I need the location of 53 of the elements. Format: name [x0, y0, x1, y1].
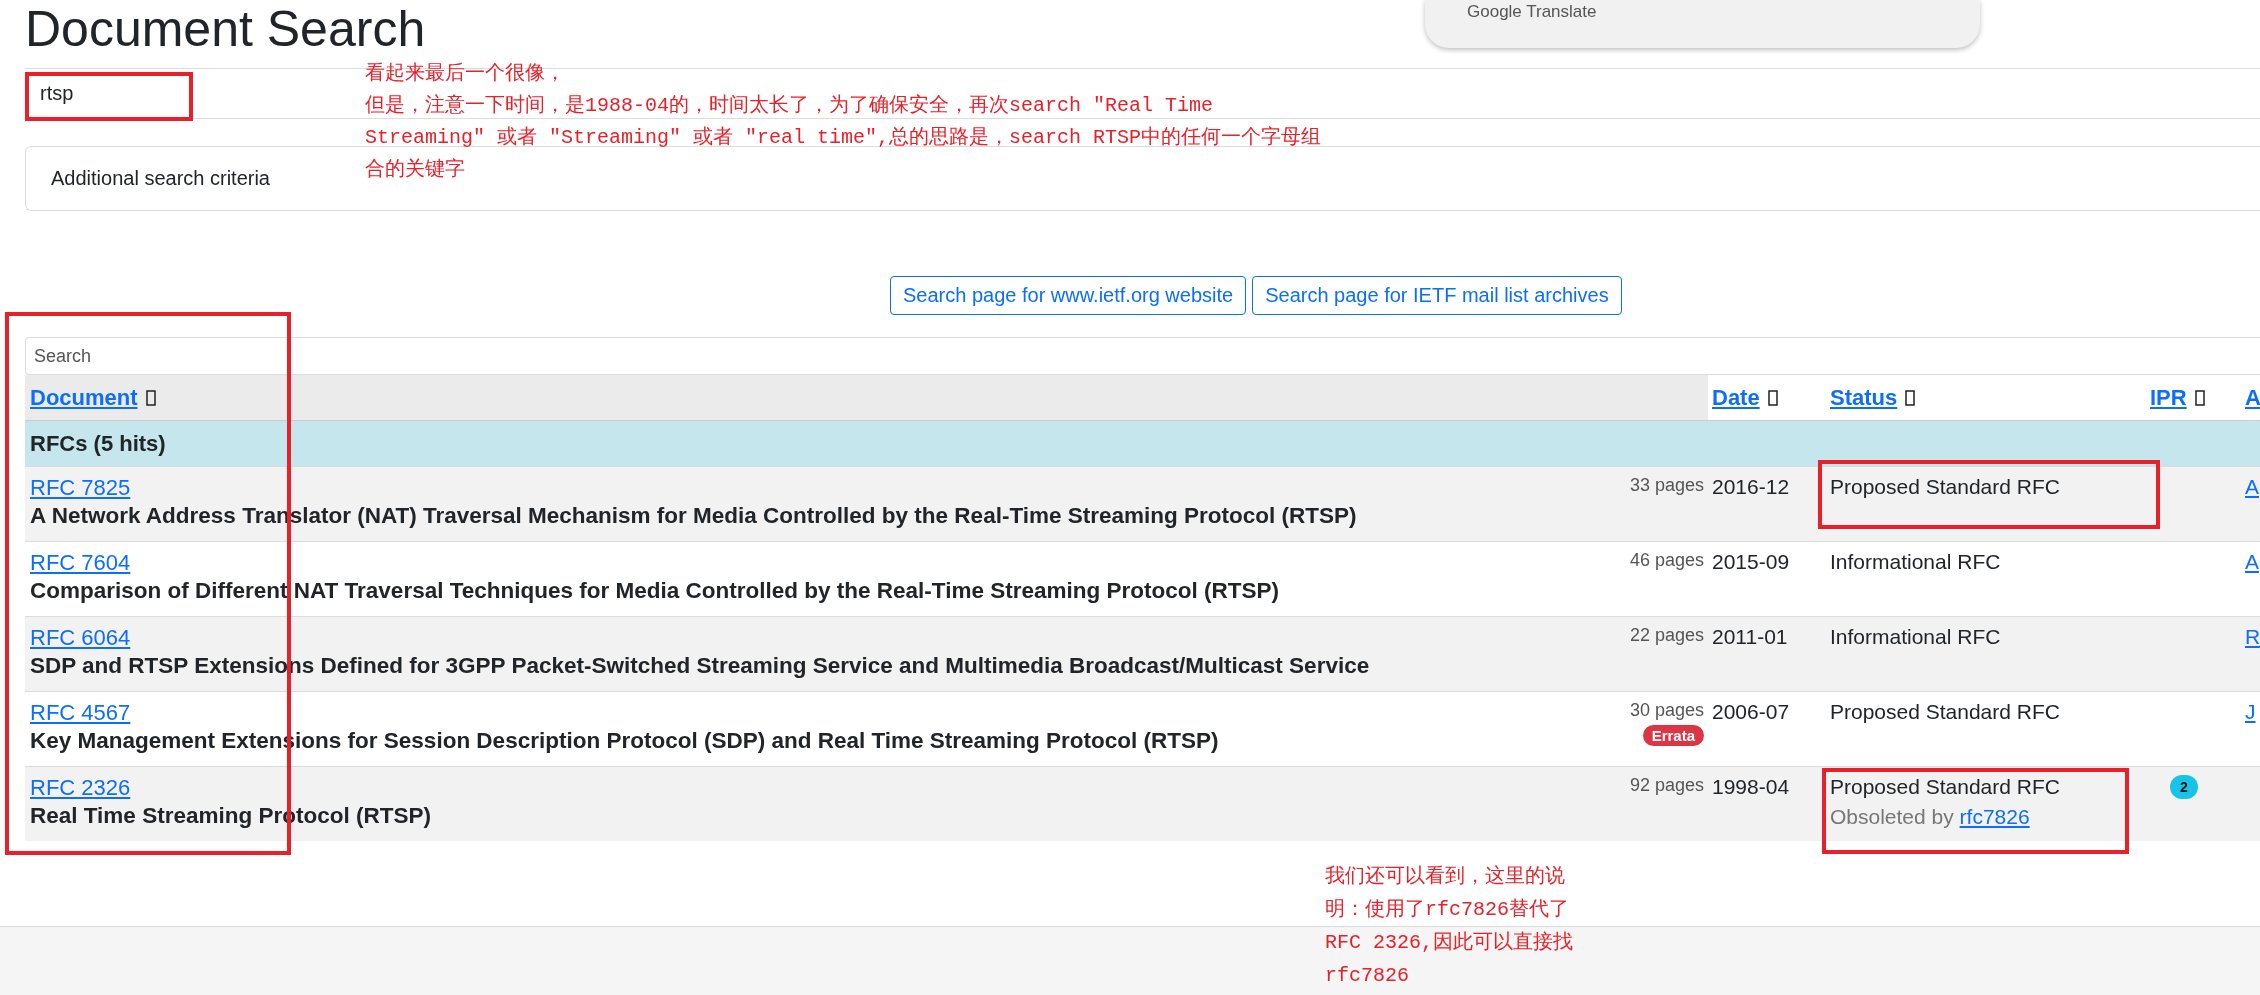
date-text: 1998-04: [1712, 775, 1790, 800]
column-header-link[interactable]: A: [2245, 384, 2260, 411]
popup-title[interactable]: Google Translate: [1467, 2, 1597, 22]
rfc-link[interactable]: RFC 4567: [30, 700, 131, 726]
page-count: 33 pages: [1629, 475, 1704, 496]
annotation-text: rfc7826: [1325, 963, 1409, 989]
author-link[interactable]: R: [2245, 625, 2260, 691]
obsoleted-link[interactable]: rfc7826: [1959, 805, 2030, 828]
status-text: Proposed Standard RFC: [1830, 475, 2061, 499]
rfc-link[interactable]: RFC 6064: [30, 625, 131, 651]
author-link[interactable]: A: [2245, 475, 2259, 541]
search-page-button[interactable]: Search page for IETF mail list archives: [1252, 276, 1622, 315]
date-text: 2015-09: [1712, 550, 1790, 575]
sort-icon[interactable]: [1905, 389, 1916, 406]
rfc-link[interactable]: RFC 7604: [30, 550, 131, 576]
annotation-text: 明：使用了rfc7826替代了: [1325, 897, 1569, 923]
errata-badge[interactable]: Errata: [1642, 725, 1704, 746]
page-title: Document Search: [25, 0, 426, 59]
rfc-link[interactable]: RFC 2326: [30, 775, 131, 801]
column-header-link[interactable]: IPR: [2150, 384, 2187, 411]
document-title: Comparison of Different NAT Traversal Techniques for Media Controlled by the Real-Time Streaming Protocol (RTSP): [30, 578, 1280, 604]
author-link[interactable]: J: [2245, 700, 2256, 766]
annotation-text: RFC 2326,因此可以直接找: [1325, 930, 1574, 956]
annotation-text: 看起来最后一个很像，: [365, 61, 565, 87]
date-text: 2016-12: [1712, 475, 1790, 500]
sort-icon[interactable]: [1767, 389, 1778, 406]
page-count: 30 pages: [1629, 700, 1704, 721]
filter-field[interactable]: Search: [25, 337, 2260, 375]
author-link[interactable]: A: [2245, 550, 2259, 616]
column-header-link[interactable]: Status: [1830, 384, 1898, 411]
obsoleted-note: Obsoleted by rfc7826: [1830, 805, 2031, 829]
rfc-link[interactable]: RFC 7825: [30, 475, 131, 501]
query-field[interactable]: rtsp: [40, 82, 190, 105]
column-header-link[interactable]: Document: [30, 384, 138, 411]
page-count: 92 pages: [1629, 775, 1704, 796]
page-count: 46 pages: [1629, 550, 1704, 571]
status-text: Proposed Standard RFC: [1830, 775, 2061, 799]
status-text: Informational RFC: [1830, 550, 2002, 574]
status-text: Proposed Standard RFC: [1830, 700, 2061, 724]
status-text: Informational RFC: [1830, 625, 2002, 649]
sort-icon[interactable]: [145, 389, 156, 406]
annotation-text: 但是，注意一下时间，是1988-04的，时间太长了，为了确保安全，再次search ″Real Time: [365, 93, 1214, 119]
sort-icon[interactable]: [2194, 389, 2205, 406]
ipr-badge[interactable]: 2: [2170, 775, 2198, 799]
date-text: 2011-01: [1712, 625, 1788, 650]
annotation-text: 我们还可以看到，这里的说: [1325, 864, 1565, 890]
column-header-link[interactable]: Date: [1712, 384, 1760, 411]
date-text: 2006-07: [1712, 700, 1790, 725]
search-page-button[interactable]: Search page for www.ietf.org website: [890, 276, 1247, 315]
annotation-text: 合的关键字: [365, 157, 465, 183]
criteria-label[interactable]: Additional search criteria: [51, 167, 270, 190]
page-count: 22 pages: [1629, 625, 1704, 646]
group-label: RFCs (5 hits): [30, 430, 166, 457]
